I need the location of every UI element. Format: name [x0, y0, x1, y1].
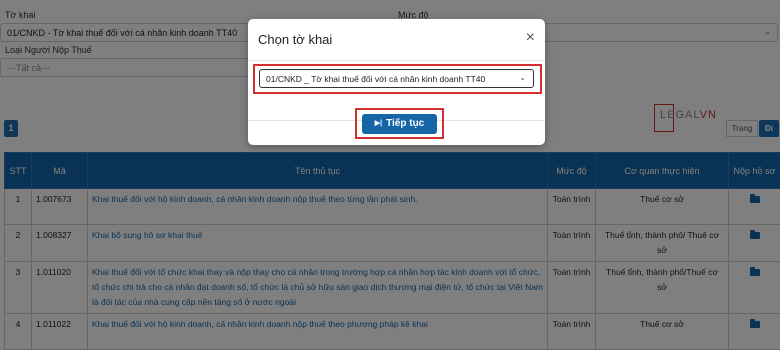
modal-title: Chọn tờ khai — [258, 32, 333, 47]
select-declaration-modal: Chọn tờ khai × 01/CNKD _ Tờ khai thuế đố… — [248, 19, 545, 145]
play-icon: ▶| — [374, 120, 383, 127]
continue-label: Tiếp tục — [386, 118, 425, 129]
declaration-select-value: 01/CNKD _ Tờ khai thuế đối với cá nhân k… — [266, 74, 486, 84]
continue-button[interactable]: ▶| Tiếp tục — [362, 114, 437, 134]
modal-divider — [248, 60, 545, 61]
close-icon[interactable]: × — [526, 30, 535, 46]
chevron-down-icon: ⌄ — [519, 73, 526, 82]
declaration-select[interactable]: 01/CNKD _ Tờ khai thuế đối với cá nhân k… — [259, 69, 534, 88]
